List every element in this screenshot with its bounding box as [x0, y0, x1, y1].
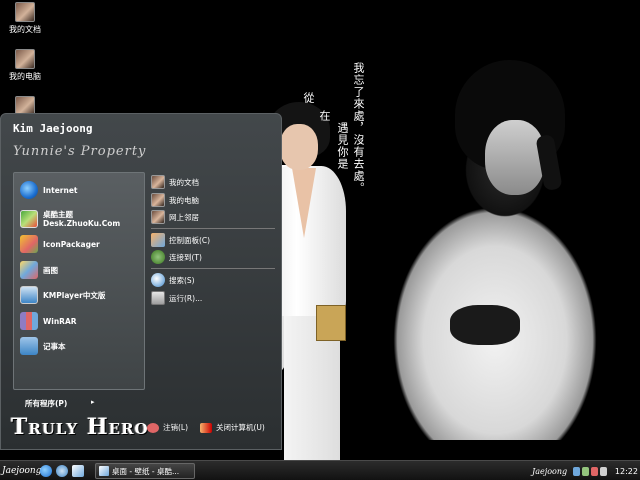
right-item-label: 运行(R)... — [169, 293, 203, 303]
my-computer-icon — [15, 49, 35, 69]
logoff-icon — [147, 422, 159, 433]
system-places-panel: 我的文档 我的电脑 网上邻居 控制面板(C) 连接到(T) 搜索(S) 运行(R… — [149, 172, 279, 372]
pinned-item-winrar[interactable]: WinRAR — [20, 310, 142, 332]
pinned-item-theme[interactable]: 桌酷主题 Desk.ZhuoKu.Com — [20, 208, 142, 230]
taskbar-window-button[interactable]: 桌面 - 壁纸 - 桌酷... — [95, 463, 195, 479]
tray-app-icon[interactable] — [591, 466, 598, 476]
right-item-control-panel[interactable]: 控制面板(C) — [151, 232, 210, 248]
right-item-label: 网上邻居 — [169, 212, 199, 222]
taskbar-window-label: 桌面 - 壁纸 - 桌酷... — [112, 466, 180, 476]
start-menu-brand: Truly Hero — [11, 414, 149, 440]
pinned-item-label: 桌酷主题 Desk.ZhuoKu.Com — [43, 210, 120, 228]
pinned-item-notepad[interactable]: 记事本 — [20, 335, 142, 357]
right-item-run[interactable]: 运行(R)... — [151, 290, 202, 306]
pinned-item-kmplayer[interactable]: KMPlayer中文版 — [20, 284, 142, 306]
wallpaper-poem-line: 遇見你是 — [336, 122, 349, 170]
my-computer-icon — [151, 193, 165, 207]
right-item-label: 我的文档 — [169, 177, 199, 187]
pinned-item-label: Internet — [43, 185, 78, 195]
wallpaper-poem-line: 在 — [318, 110, 331, 122]
theme-icon — [20, 210, 38, 228]
pinned-item-internet[interactable]: Internet — [20, 179, 142, 201]
wallpaper-poem-line: 我忘了來處，沒有去處。 — [352, 62, 365, 194]
pinned-item-title: 桌酷主题 — [43, 210, 73, 219]
all-programs-button[interactable]: 所有程序(P) — [25, 398, 67, 409]
right-item-label: 我的电脑 — [169, 195, 199, 205]
start-button[interactable]: Jaejoong — [2, 463, 42, 479]
my-documents-icon — [15, 2, 35, 22]
wallpaper-singer-figure — [365, 60, 625, 440]
quicklaunch-internet-explorer-icon[interactable] — [40, 465, 52, 477]
window-icon — [99, 466, 109, 476]
pinned-item-label: 记事本 — [43, 341, 66, 351]
connect-to-icon — [151, 250, 165, 264]
desktop-icon-label: 我的文档 — [9, 25, 41, 34]
pinned-item-label: IconPackager — [43, 239, 100, 249]
control-panel-icon — [151, 233, 165, 247]
pinned-programs-panel: Internet 桌酷主题 Desk.ZhuoKu.Com IconPackag… — [13, 172, 145, 390]
right-item-label: 搜索(S) — [169, 275, 195, 285]
start-menu-user-header: Kim Jaejoong Yunnie's Property — [13, 120, 193, 170]
right-item-label: 控制面板(C) — [169, 235, 211, 245]
desktop-icon-my-documents[interactable]: 我的文档 — [0, 2, 50, 35]
right-item-my-documents[interactable]: 我的文档 — [151, 174, 199, 190]
quicklaunch-show-desktop-icon[interactable] — [72, 465, 84, 477]
shutdown-button[interactable]: 关闭计算机(U) — [200, 422, 265, 433]
right-item-my-computer[interactable]: 我的电脑 — [151, 192, 199, 208]
right-item-connect-to[interactable]: 连接到(T) — [151, 249, 202, 265]
desktop-icon-my-computer[interactable]: 我的电脑 — [0, 49, 50, 82]
clock[interactable]: 12:22 — [615, 467, 638, 476]
logoff-button[interactable]: 注销(L) — [147, 422, 188, 433]
right-item-search[interactable]: 搜索(S) — [151, 272, 195, 288]
tray-signature: Jaejoong — [532, 466, 568, 476]
search-icon — [151, 273, 165, 287]
kmplayer-icon — [20, 286, 38, 304]
user-subtitle: Yunnie's Property — [13, 144, 147, 159]
wallpaper-poem-line: 從 — [302, 92, 315, 104]
run-icon — [151, 291, 165, 305]
menu-divider — [151, 268, 275, 269]
tray-network-icon[interactable] — [573, 466, 581, 476]
power-icon — [200, 422, 212, 433]
pinned-item-label: KMPlayer中文版 — [43, 290, 106, 300]
menu-divider — [151, 228, 275, 229]
start-menu: Kim Jaejoong Yunnie's Property Internet … — [0, 113, 282, 450]
tray-antivirus-icon[interactable] — [582, 466, 590, 476]
chevron-right-icon: ▸ — [91, 398, 95, 406]
notepad-icon — [20, 337, 38, 355]
paint-icon — [20, 261, 38, 279]
pinned-item-label: WinRAR — [43, 316, 77, 326]
my-documents-icon — [151, 175, 165, 189]
winrar-icon — [20, 312, 38, 330]
pinned-item-paint[interactable]: 画图 — [20, 259, 142, 281]
pinned-item-label: 画图 — [43, 265, 58, 275]
iconpackager-icon — [20, 235, 38, 253]
user-name: Kim Jaejoong — [13, 122, 93, 135]
tray-volume-icon[interactable] — [599, 466, 607, 476]
taskbar: Jaejoong 桌面 - 壁纸 - 桌酷... Jaejoong 12:22 — [0, 460, 640, 480]
network-icon — [151, 210, 165, 224]
quicklaunch-media-player-icon[interactable] — [56, 465, 68, 477]
pinned-item-sublabel: Desk.ZhuoKu.Com — [43, 219, 121, 228]
right-item-label: 连接到(T) — [169, 252, 202, 262]
desktop-icon-label: 我的电脑 — [9, 72, 41, 81]
right-item-network[interactable]: 网上邻居 — [151, 209, 199, 225]
pinned-item-iconpackager[interactable]: IconPackager — [20, 233, 142, 255]
internet-explorer-icon — [20, 181, 38, 199]
logoff-label: 注销(L) — [163, 423, 189, 432]
system-tray: Jaejoong 12:22 — [532, 463, 638, 479]
shutdown-label: 关闭计算机(U) — [216, 423, 265, 432]
